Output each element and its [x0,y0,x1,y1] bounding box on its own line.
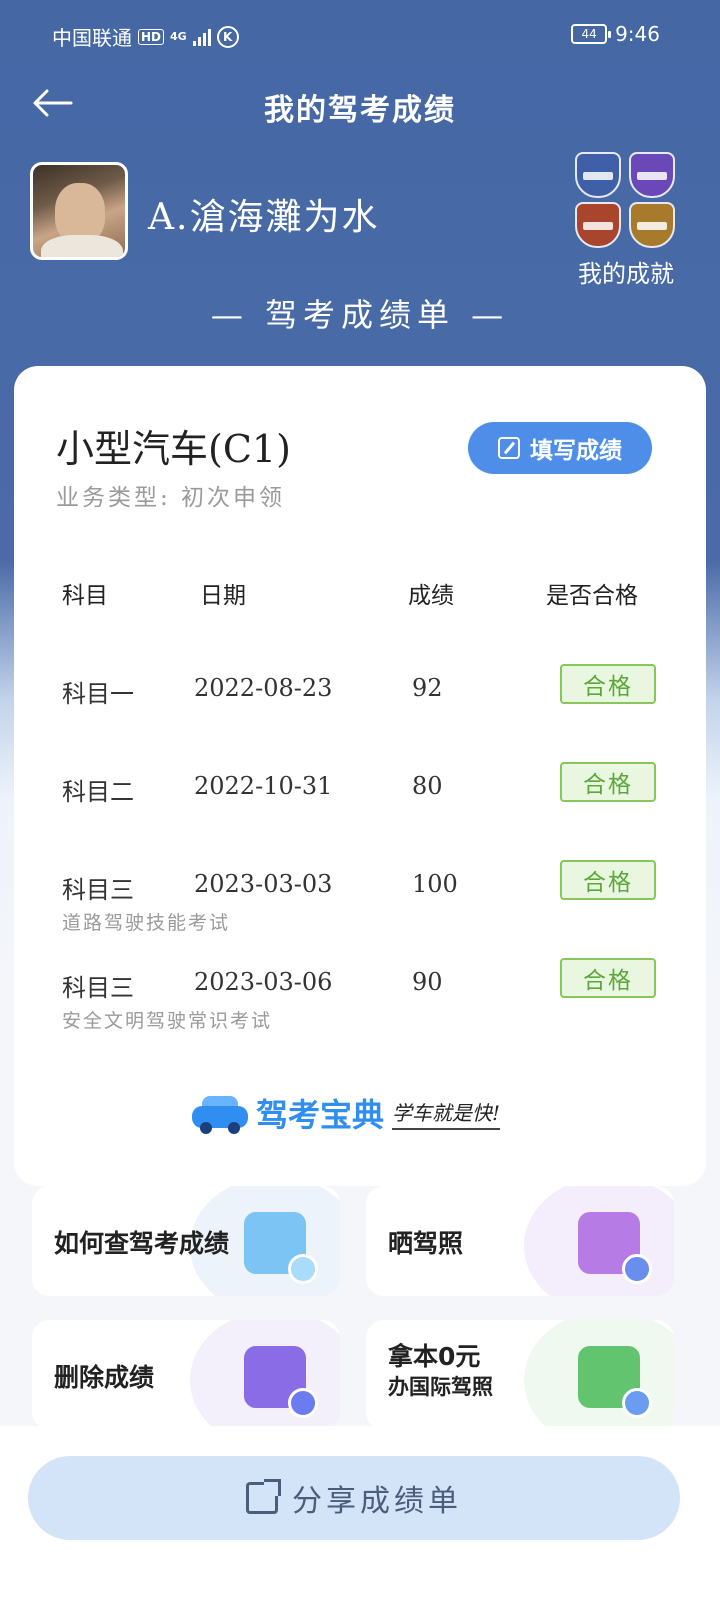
achievement-badge-2-icon [629,152,675,198]
row-date: 2022-10-31 [194,772,333,800]
pass-badge: 合格 [560,762,656,802]
nav-bar: 我的驾考成绩 [0,75,720,135]
row-note: 安全文明驾驶常识考试 [62,1010,273,1032]
row-subject: 科目一 [62,680,134,708]
network-type: 4G [170,30,187,43]
header-passed: 是否合格 [546,583,638,609]
header-score: 成绩 [408,583,454,609]
fill-score-button[interactable]: 填写成绩 [468,422,652,474]
pass-badge: 合格 [560,958,656,998]
intl-license-card[interactable]: 拿本0元 办国际驾照 [366,1320,674,1430]
table-row: 科目二 2022-10-31 80 合格 [14,762,706,862]
row-score: 92 [412,674,443,702]
username: A.滄海灘为水 [148,197,380,238]
pass-badge: 合格 [560,860,656,900]
action-label: 如何查驾考成绩 [54,1229,230,1258]
clock: 9:46 [615,22,660,46]
table-row: 科目一 2022-08-23 92 合格 [14,664,706,764]
k-app-icon: K [216,25,239,48]
report-title: — 驾考成绩单 — [210,296,510,334]
row-subject: 科目二 [62,778,134,806]
status-bar: 中国联通 HD 4G K 44 9:46 [0,0,720,70]
avatar-body [41,235,123,257]
pass-badge: 合格 [560,664,656,704]
edit-icon [498,437,520,459]
signal-icon [192,28,211,46]
action-label: 拿本0元 办国际驾照 [388,1342,493,1402]
row-note: 道路驾驶技能考试 [62,912,231,934]
row-subject: 科目三 [62,974,134,1002]
row-subject: 科目三 [62,876,134,904]
achievement-badges [572,152,680,248]
status-left: 中国联通 HD 4G K [52,22,239,51]
action-label: 晒驾照 [388,1229,464,1258]
delete-score-card[interactable]: 删除成绩 [32,1320,340,1430]
row-score: 90 [412,968,443,996]
hd-icon: HD [138,28,165,45]
avatar-face [55,183,105,243]
achievement-badge-3-icon [575,202,621,248]
photo-camera-icon [578,1212,652,1284]
table-row: 科目三 2023-03-06 90 合格 安全文明驾驶常识考试 [14,958,706,1058]
how-to-check-score-card[interactable]: 如何查驾考成绩 [32,1186,340,1296]
header-subject: 科目 [62,583,108,609]
fill-score-label: 填写成绩 [530,438,622,464]
brand-logo: 驾考宝典 学车就是快! [192,1088,501,1138]
document-search-icon [244,1212,318,1284]
show-license-card[interactable]: 晒驾照 [366,1186,674,1296]
action-label: 删除成绩 [54,1363,155,1392]
achievements-label: 我的成就 [578,260,674,288]
delete-record-icon [244,1346,318,1418]
row-score: 100 [412,870,458,898]
carrier-name: 中国联通 [52,26,132,50]
car-logo-icon [192,1094,248,1134]
share-icon [246,1479,281,1514]
battery-icon: 44 [571,24,612,44]
business-type: 业务类型: 初次申领 [56,485,286,511]
score-card: 小型汽车(C1) 业务类型: 初次申领 填写成绩 科目 日期 成绩 是否合格 科… [14,366,706,1186]
avatar[interactable] [30,162,128,260]
achievement-badge-4-icon [629,202,675,248]
action-label-line2: 办国际驾照 [388,1375,493,1399]
row-score: 80 [412,772,443,800]
brand-slogan: 学车就是快! [392,1097,501,1130]
page-title: 我的驾考成绩 [264,93,456,128]
row-date: 2023-03-03 [194,870,333,898]
row-date: 2022-08-23 [194,674,333,702]
share-label: 分享成绩单 [292,1484,462,1519]
license-globe-icon [578,1346,652,1418]
achievements-button[interactable]: 我的成就 [572,152,680,289]
table-row: 科目三 2023-03-03 100 合格 道路驾驶技能考试 [14,860,706,960]
share-report-button[interactable]: 分享成绩单 [28,1456,680,1540]
row-date: 2023-03-06 [194,968,333,996]
action-label-line1: 拿本0元 [388,1342,481,1371]
header-date: 日期 [200,583,246,609]
status-right: 44 9:46 [571,22,660,46]
license-type: 小型汽车(C1) [56,427,291,471]
brand-name: 驾考宝典 [256,1096,385,1134]
share-area: 分享成绩单 [0,1426,720,1600]
achievement-badge-1-icon [575,152,621,198]
